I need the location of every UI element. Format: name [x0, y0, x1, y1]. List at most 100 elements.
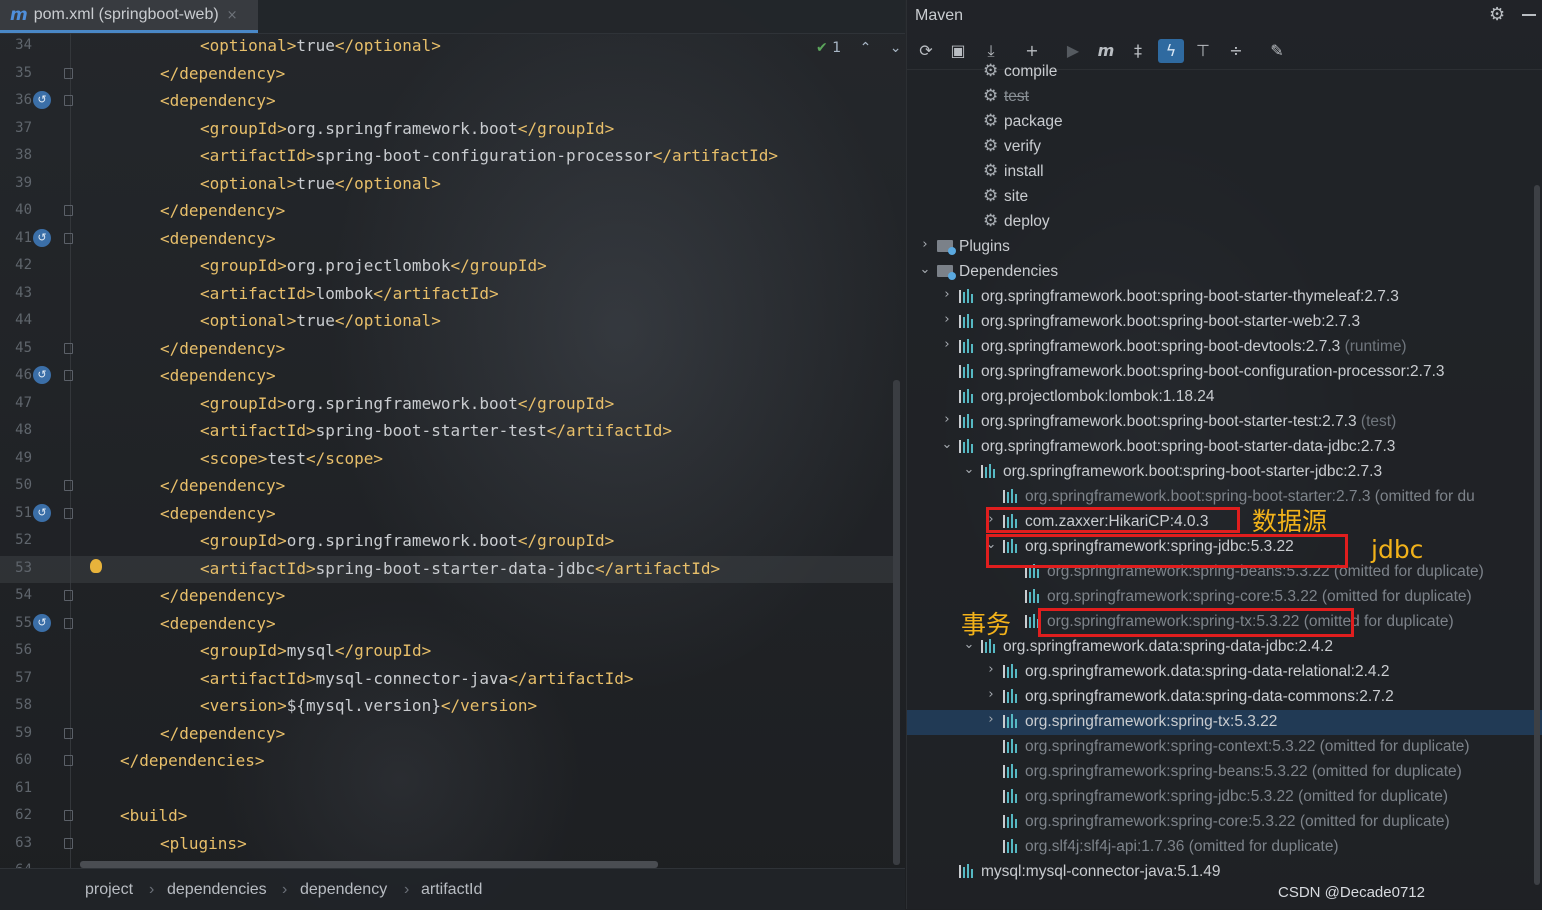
code-line[interactable]: 42 <groupId>org.projectlombok</groupId>: [0, 253, 895, 280]
code-line[interactable]: 35 </dependency>: [0, 61, 895, 88]
horizontal-scrollbar[interactable]: [80, 861, 658, 868]
tree-node[interactable]: › org.springframework.boot:spring-boot-st…: [907, 285, 1542, 310]
tree-node[interactable]: ⚙ test: [907, 85, 1542, 110]
collapse-arrow-icon[interactable]: ›: [985, 712, 997, 727]
collapse-arrow-icon[interactable]: ›: [985, 687, 997, 702]
minimize-icon[interactable]: [1522, 14, 1536, 16]
tree-node[interactable]: org.springframework:spring-jdbc:5.3.22 (…: [907, 785, 1542, 810]
collapse-arrow-icon[interactable]: ›: [941, 312, 953, 327]
tree-node[interactable]: org.slf4j:slf4j-api:1.7.36 (omitted for …: [907, 835, 1542, 860]
code-line[interactable]: 44 <optional>true</optional>: [0, 308, 895, 335]
tree-node[interactable]: › org.springframework:spring-tx:5.3.22: [907, 710, 1542, 735]
code-area[interactable]: 34 <optional>true</optional> 35 </dependenc…: [0, 33, 905, 868]
collapse-arrow-icon[interactable]: ›: [941, 412, 953, 427]
tree-node[interactable]: ⚙ compile: [907, 60, 1542, 85]
spring-bean-gutter-icon[interactable]: ↺: [33, 91, 51, 109]
tree-node[interactable]: ⚙ deploy: [907, 210, 1542, 235]
tree-node[interactable]: ⚙ package: [907, 110, 1542, 135]
tree-node[interactable]: ⌄ Dependencies: [907, 260, 1542, 285]
code-line[interactable]: 54 </dependency>: [0, 583, 895, 610]
tree-node[interactable]: org.projectlombok:lombok:1.18.24: [907, 385, 1542, 410]
breadcrumb-item-dependency[interactable]: dependency: [300, 881, 387, 899]
code-line[interactable]: 50 </dependency>: [0, 473, 895, 500]
collapse-arrow-icon[interactable]: ›: [941, 287, 953, 302]
breadcrumb-item-artifactid[interactable]: artifactId: [421, 881, 482, 899]
tree-node[interactable]: org.springframework:spring-beans:5.3.22 …: [907, 760, 1542, 785]
tree-node[interactable]: org.springframework:spring-core:5.3.22 (…: [907, 810, 1542, 835]
code-line[interactable]: 59 </dependency>: [0, 721, 895, 748]
tree-node[interactable]: ⌄ org.springframework.boot:spring-boot-st…: [907, 460, 1542, 485]
fold-marker-icon[interactable]: [64, 232, 73, 244]
code-line[interactable]: 60 </dependencies>: [0, 748, 895, 775]
tree-node[interactable]: org.springframework:spring-context:5.3.2…: [907, 735, 1542, 760]
code-line[interactable]: 48 <artifactId>spring-boot-starter-test</…: [0, 418, 895, 445]
fold-marker-icon[interactable]: [64, 205, 73, 216]
tree-node[interactable]: › org.springframework.boot:spring-boot-de…: [907, 335, 1542, 360]
collapse-arrow-icon[interactable]: ›: [941, 337, 953, 352]
fold-marker-icon[interactable]: [64, 617, 73, 629]
code-line[interactable]: 38 <artifactId>spring-boot-configuration-…: [0, 143, 895, 170]
fold-marker-icon[interactable]: [64, 342, 73, 354]
code-line[interactable]: 58 <version>${mysql.version}</version>: [0, 693, 895, 720]
code-line[interactable]: 43 <artifactId>lombok</artifactId>: [0, 281, 895, 308]
expand-arrow-icon[interactable]: ⌄: [963, 462, 975, 477]
code-line[interactable]: 40 </dependency>: [0, 198, 895, 225]
fold-marker-icon[interactable]: [64, 755, 73, 766]
tree-node[interactable]: ⚙ install: [907, 160, 1542, 185]
tree-node[interactable]: ⚙ site: [907, 185, 1542, 210]
code-line[interactable]: 47 <groupId>org.springframework.boot</gro…: [0, 391, 895, 418]
collapse-arrow-icon[interactable]: ›: [919, 237, 931, 252]
code-line[interactable]: 56 <groupId>mysql</groupId>: [0, 638, 895, 665]
tree-node[interactable]: › org.springframework.boot:spring-boot-st…: [907, 410, 1542, 435]
code-line[interactable]: 34 <optional>true</optional>: [0, 33, 895, 60]
spring-bean-gutter-icon[interactable]: ↺: [33, 228, 51, 247]
tree-node[interactable]: › Plugins: [907, 235, 1542, 260]
fold-marker-icon[interactable]: [64, 480, 73, 491]
maven-tree[interactable]: ⚙ compile ⚙ test ⚙ package ⚙ verify ⚙ install ⚙ sit…: [907, 60, 1542, 890]
tree-node[interactable]: › org.springframework.data:spring-data-re…: [907, 660, 1542, 685]
fold-marker-icon[interactable]: [64, 67, 73, 79]
fold-marker-icon[interactable]: [64, 810, 73, 821]
breadcrumb-item-project[interactable]: project: [85, 881, 133, 899]
close-icon[interactable]: ×: [227, 8, 238, 23]
maven-scrollbar[interactable]: [1534, 185, 1540, 885]
fold-marker-icon[interactable]: [64, 590, 73, 601]
expand-arrow-icon[interactable]: ⌄: [941, 437, 953, 452]
chevron-up-icon[interactable]: ⌃: [860, 40, 872, 56]
inspection-widget[interactable]: ✔ 1 ⌃ ⌄: [816, 40, 901, 56]
code-line[interactable]: 45 </dependency>: [0, 336, 895, 363]
breadcrumb-item-dependencies[interactable]: dependencies: [167, 881, 267, 899]
spring-bean-gutter-icon[interactable]: ↺: [33, 503, 51, 522]
tree-node[interactable]: › org.springframework.boot:spring-boot-st…: [907, 310, 1542, 335]
lightbulb-icon[interactable]: [90, 558, 102, 573]
fold-marker-icon[interactable]: [64, 95, 73, 106]
code-line[interactable]: 62 <build>: [0, 803, 895, 830]
code-line[interactable]: 61: [0, 776, 895, 803]
tree-node[interactable]: mysql:mysql-connector-java:5.1.49: [907, 860, 1542, 885]
tab-pom-xml[interactable]: m pom.xml (springboot-web) ×: [0, 0, 258, 33]
code-line[interactable]: 57 <artifactId>mysql-connector-java</arti…: [0, 666, 895, 693]
gear-icon[interactable]: ⚙: [1489, 4, 1505, 25]
fold-marker-icon[interactable]: [64, 727, 73, 739]
code-line[interactable]: 51 ↺ <dependency>: [0, 501, 895, 528]
fold-marker-icon[interactable]: [64, 370, 73, 381]
fold-marker-icon[interactable]: [64, 507, 73, 519]
tree-node[interactable]: ⚙ verify: [907, 135, 1542, 160]
tree-node[interactable]: › org.springframework.data:spring-data-co…: [907, 685, 1542, 710]
code-line[interactable]: 53 <artifactId>spring-boot-starter-data-j…: [0, 555, 895, 583]
code-line[interactable]: 36 ↺ <dependency>: [0, 88, 895, 115]
code-line[interactable]: 63 <plugins>: [0, 831, 895, 858]
spring-bean-gutter-icon[interactable]: ↺: [33, 613, 51, 632]
vertical-scrollbar[interactable]: [893, 380, 900, 865]
chevron-down-icon[interactable]: ⌄: [890, 40, 902, 56]
tree-node[interactable]: ⌄ org.springframework.boot:spring-boot-st…: [907, 435, 1542, 460]
expand-arrow-icon[interactable]: ⌄: [919, 262, 931, 277]
code-line[interactable]: 55 ↺ <dependency>: [0, 611, 895, 638]
code-line[interactable]: 46 ↺ <dependency>: [0, 363, 895, 390]
code-line[interactable]: 49 <scope>test</scope>: [0, 446, 895, 473]
code-line[interactable]: 41 ↺ <dependency>: [0, 226, 895, 253]
code-line[interactable]: 39 <optional>true</optional>: [0, 171, 895, 198]
code-line[interactable]: 37 <groupId>org.springframework.boot</gro…: [0, 116, 895, 143]
spring-bean-gutter-icon[interactable]: ↺: [33, 366, 51, 384]
collapse-arrow-icon[interactable]: ›: [985, 662, 997, 677]
